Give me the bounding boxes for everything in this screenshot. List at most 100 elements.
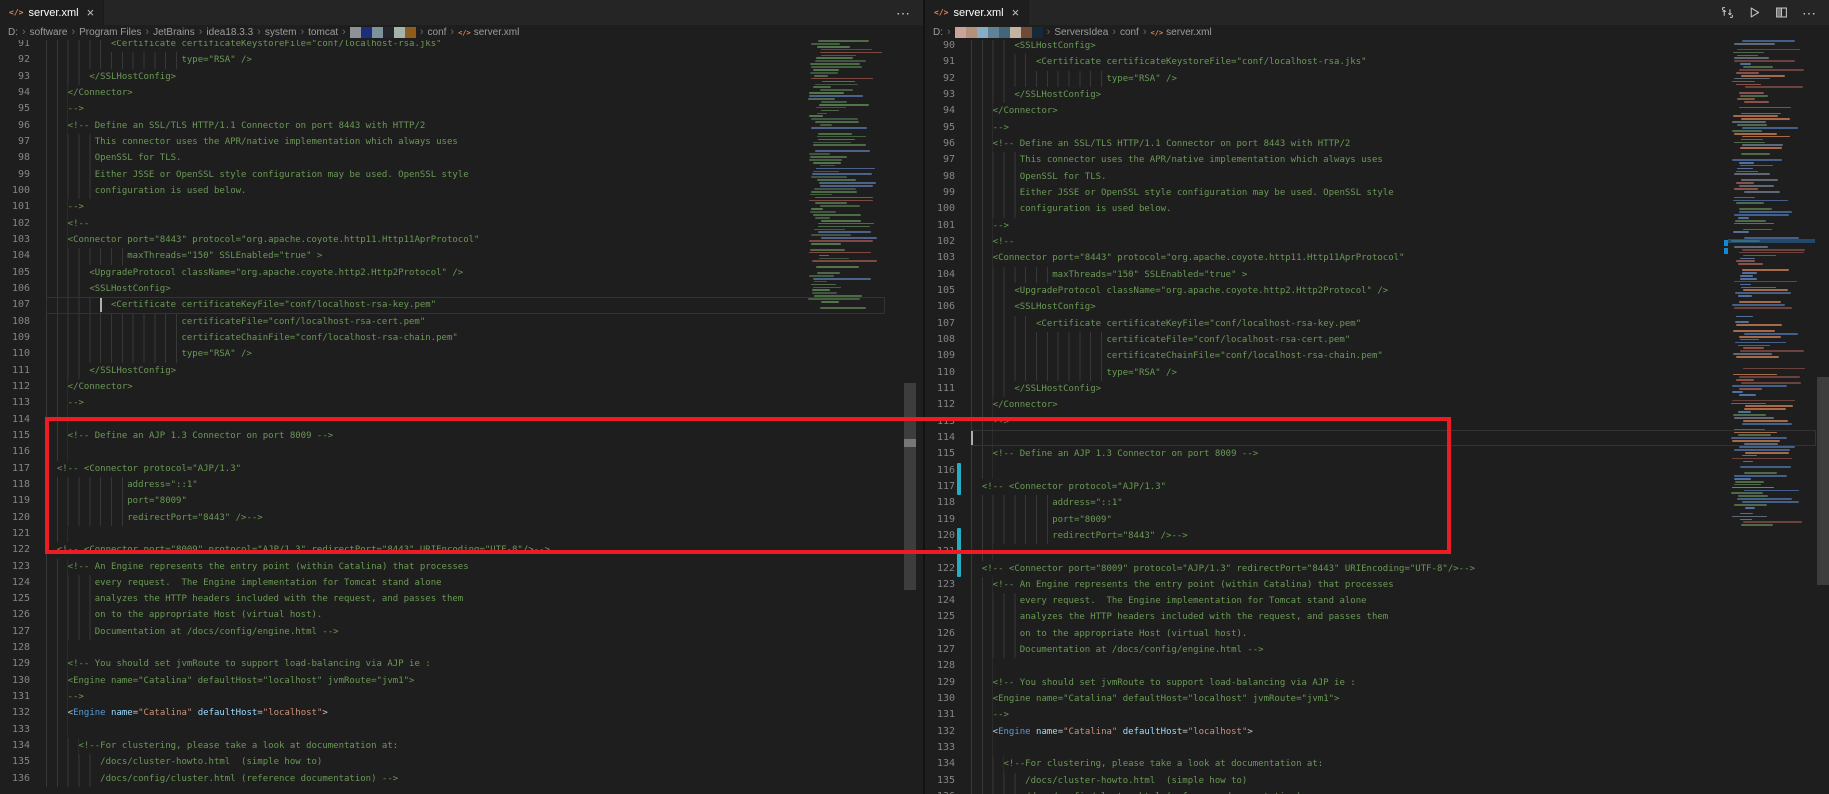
code-editor-right[interactable]: 90<SSLHostConfig>91<Certificate certific… <box>925 40 1829 794</box>
code-line-114[interactable]: 114 <box>925 430 1829 446</box>
close-icon[interactable]: × <box>1012 6 1020 19</box>
code-line-98[interactable]: 98OpenSSL for TLS. <box>925 169 1829 185</box>
code-line-96[interactable]: 96<!-- Define an SSL/TLS HTTP/1.1 Connec… <box>925 136 1829 152</box>
code-line-131[interactable]: 131--> <box>0 689 923 705</box>
code-line-108[interactable]: 108certificateFile="conf/localhost-rsa-c… <box>925 332 1829 348</box>
code-line-128[interactable]: 128 <box>0 640 923 656</box>
code-line-122[interactable]: 122<!-- <Connector port="8009" protocol=… <box>925 561 1829 577</box>
breadcrumb-item[interactable]: ServersIdea <box>1054 27 1108 38</box>
minimap-right[interactable] <box>1728 40 1815 794</box>
breadcrumb-redacted-segment[interactable] <box>350 27 416 38</box>
code-line-117[interactable]: 117<!-- <Connector protocol="AJP/1.3" <box>0 461 923 477</box>
code-line-105[interactable]: 105<UpgradeProtocol className="org.apach… <box>0 265 923 281</box>
code-line-95[interactable]: 95--> <box>925 120 1829 136</box>
code-line-107[interactable]: 107<Certificate certificateKeyFile="conf… <box>0 297 923 313</box>
code-line-120[interactable]: 120redirectPort="8443" />--> <box>0 510 923 526</box>
scrollbar-thumb[interactable] <box>904 383 916 590</box>
code-line-124[interactable]: 124every request. The Engine implementat… <box>0 575 923 591</box>
code-line-118[interactable]: 118address="::1" <box>0 477 923 493</box>
code-line-107[interactable]: 107<Certificate certificateKeyFile="conf… <box>925 316 1829 332</box>
breadcrumb-redacted-segment[interactable] <box>955 27 1043 38</box>
code-line-95[interactable]: 95--> <box>0 101 923 117</box>
code-line-94[interactable]: 94</Connector> <box>0 85 923 101</box>
code-line-120[interactable]: 120redirectPort="8443" />--> <box>925 528 1829 544</box>
editor-group-divider[interactable] <box>923 0 925 794</box>
code-line-127[interactable]: 127Documentation at /docs/config/engine.… <box>0 624 923 640</box>
code-line-129[interactable]: 129<!-- You should set jvmRoute to suppo… <box>925 675 1829 691</box>
code-line-130[interactable]: 130<Engine name="Catalina" defaultHost="… <box>925 691 1829 707</box>
code-line-111[interactable]: 111</SSLHostConfig> <box>925 381 1829 397</box>
code-line-128[interactable]: 128 <box>925 658 1829 674</box>
code-line-109[interactable]: 109certificateChainFile="conf/localhost-… <box>925 348 1829 364</box>
code-line-126[interactable]: 126on to the appropriate Host (virtual h… <box>0 607 923 623</box>
code-line-106[interactable]: 106<SSLHostConfig> <box>925 299 1829 315</box>
code-line-124[interactable]: 124every request. The Engine implementat… <box>925 593 1829 609</box>
code-line-110[interactable]: 110type="RSA" /> <box>0 346 923 362</box>
code-line-135[interactable]: 135/docs/cluster-howto.html (simple how … <box>925 773 1829 789</box>
code-line-127[interactable]: 127Documentation at /docs/config/engine.… <box>925 642 1829 658</box>
breadcrumb-item[interactable]: D: <box>8 27 18 38</box>
code-line-111[interactable]: 111</SSLHostConfig> <box>0 363 923 379</box>
code-line-113[interactable]: 113--> <box>925 414 1829 430</box>
code-line-112[interactable]: 112</Connector> <box>0 379 923 395</box>
code-line-110[interactable]: 110type="RSA" /> <box>925 365 1829 381</box>
minimap-left[interactable] <box>805 40 883 794</box>
code-line-106[interactable]: 106<SSLHostConfig> <box>0 281 923 297</box>
code-line-112[interactable]: 112</Connector> <box>925 397 1829 413</box>
run-icon[interactable] <box>1748 6 1761 19</box>
tab-server-xml-right[interactable]: </> server.xml × <box>925 0 1029 25</box>
code-line-132[interactable]: 132<Engine name="Catalina" defaultHost="… <box>925 724 1829 740</box>
code-line-102[interactable]: 102<!-- <box>925 234 1829 250</box>
code-line-131[interactable]: 131--> <box>925 707 1829 723</box>
code-line-115[interactable]: 115<!-- Define an AJP 1.3 Connector on p… <box>925 446 1829 462</box>
close-icon[interactable]: × <box>87 6 95 19</box>
code-line-105[interactable]: 105<UpgradeProtocol className="org.apach… <box>925 283 1829 299</box>
code-line-109[interactable]: 109certificateChainFile="conf/localhost-… <box>0 330 923 346</box>
code-line-121[interactable]: 121 <box>925 544 1829 560</box>
code-line-91[interactable]: 91<Certificate certificateKeystoreFile="… <box>0 40 923 52</box>
breadcrumb-item[interactable]: tomcat <box>308 27 338 38</box>
code-line-118[interactable]: 118address="::1" <box>925 495 1829 511</box>
code-line-134[interactable]: 134<!--For clustering, please take a loo… <box>925 756 1829 772</box>
breadcrumb-item[interactable]: idea18.3.3 <box>206 27 253 38</box>
code-line-136[interactable]: 136/docs/config/cluster.html (reference … <box>925 789 1829 794</box>
code-line-103[interactable]: 103<Connector port="8443" protocol="org.… <box>0 232 923 248</box>
code-line-97[interactable]: 97This connector uses the APR/native imp… <box>925 152 1829 168</box>
breadcrumb-item[interactable]: system <box>265 27 297 38</box>
breadcrumb-item[interactable]: conf <box>1120 27 1139 38</box>
code-line-93[interactable]: 93</SSLHostConfig> <box>925 87 1829 103</box>
code-line-125[interactable]: 125analyzes the HTTP headers included wi… <box>925 609 1829 625</box>
code-line-125[interactable]: 125analyzes the HTTP headers included wi… <box>0 591 923 607</box>
code-line-117[interactable]: 117<!-- <Connector protocol="AJP/1.3" <box>925 479 1829 495</box>
more-actions-icon[interactable]: ⋯ <box>1802 8 1817 18</box>
code-line-133[interactable]: 133 <box>0 722 923 738</box>
code-line-103[interactable]: 103<Connector port="8443" protocol="org.… <box>925 250 1829 266</box>
code-line-93[interactable]: 93</SSLHostConfig> <box>0 69 923 85</box>
breadcrumb-item-file[interactable]: </>server.xml <box>458 27 519 38</box>
breadcrumb-item[interactable]: Program Files <box>79 27 141 38</box>
breadcrumb-item-file[interactable]: </>server.xml <box>1151 27 1212 38</box>
breadcrumb-item[interactable]: JetBrains <box>153 27 195 38</box>
code-line-132[interactable]: 132<Engine name="Catalina" defaultHost="… <box>0 705 923 721</box>
code-line-104[interactable]: 104maxThreads="150" SSLEnabled="true" > <box>0 248 923 264</box>
code-line-104[interactable]: 104maxThreads="150" SSLEnabled="true" > <box>925 267 1829 283</box>
code-editor-left[interactable]: 91<Certificate certificateKeystoreFile="… <box>0 40 923 794</box>
vertical-scrollbar-right[interactable] <box>1816 40 1829 794</box>
code-line-90[interactable]: 90<SSLHostConfig> <box>925 40 1829 54</box>
breadcrumb-item[interactable]: software <box>30 27 68 38</box>
code-line-116[interactable]: 116 <box>0 444 923 460</box>
code-line-130[interactable]: 130<Engine name="Catalina" defaultHost="… <box>0 673 923 689</box>
code-line-98[interactable]: 98OpenSSL for TLS. <box>0 150 923 166</box>
code-line-113[interactable]: 113--> <box>0 395 923 411</box>
more-actions-icon[interactable]: ⋯ <box>896 8 911 18</box>
breadcrumb-item[interactable]: D: <box>933 27 943 38</box>
code-line-123[interactable]: 123<!-- An Engine represents the entry p… <box>925 577 1829 593</box>
code-line-100[interactable]: 100configuration is used below. <box>0 183 923 199</box>
code-line-92[interactable]: 92type="RSA" /> <box>0 52 923 68</box>
code-line-101[interactable]: 101--> <box>925 218 1829 234</box>
code-line-108[interactable]: 108certificateFile="conf/localhost-rsa-c… <box>0 314 923 330</box>
code-line-119[interactable]: 119port="8009" <box>925 512 1829 528</box>
code-line-122[interactable]: 122<!-- <Connector port="8009" protocol=… <box>0 542 923 558</box>
code-line-126[interactable]: 126on to the appropriate Host (virtual h… <box>925 626 1829 642</box>
code-line-116[interactable]: 116 <box>925 463 1829 479</box>
